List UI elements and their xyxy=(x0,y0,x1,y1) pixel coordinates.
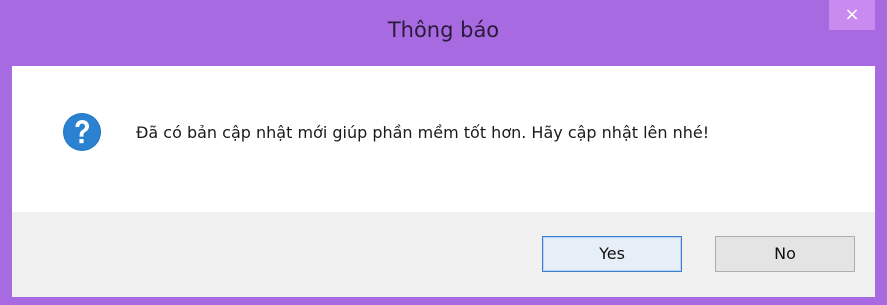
close-icon: × xyxy=(844,4,860,25)
question-icon xyxy=(63,113,101,151)
yes-button[interactable]: Yes xyxy=(542,236,682,272)
title-bar[interactable]: Thông báo × xyxy=(0,0,887,66)
no-button[interactable]: No xyxy=(715,236,855,272)
message-text: Đã có bản cập nhật mới giúp phần mềm tốt… xyxy=(136,123,710,142)
dialog-title: Thông báo xyxy=(387,18,500,42)
button-bar: Yes No xyxy=(12,212,875,297)
close-button[interactable]: × xyxy=(829,0,875,30)
update-dialog: Thông báo × Đã có bản cập nhật mới giúp … xyxy=(0,0,887,305)
message-area: Đã có bản cập nhật mới giúp phần mềm tốt… xyxy=(12,66,875,212)
window-bottom-border xyxy=(0,297,887,305)
